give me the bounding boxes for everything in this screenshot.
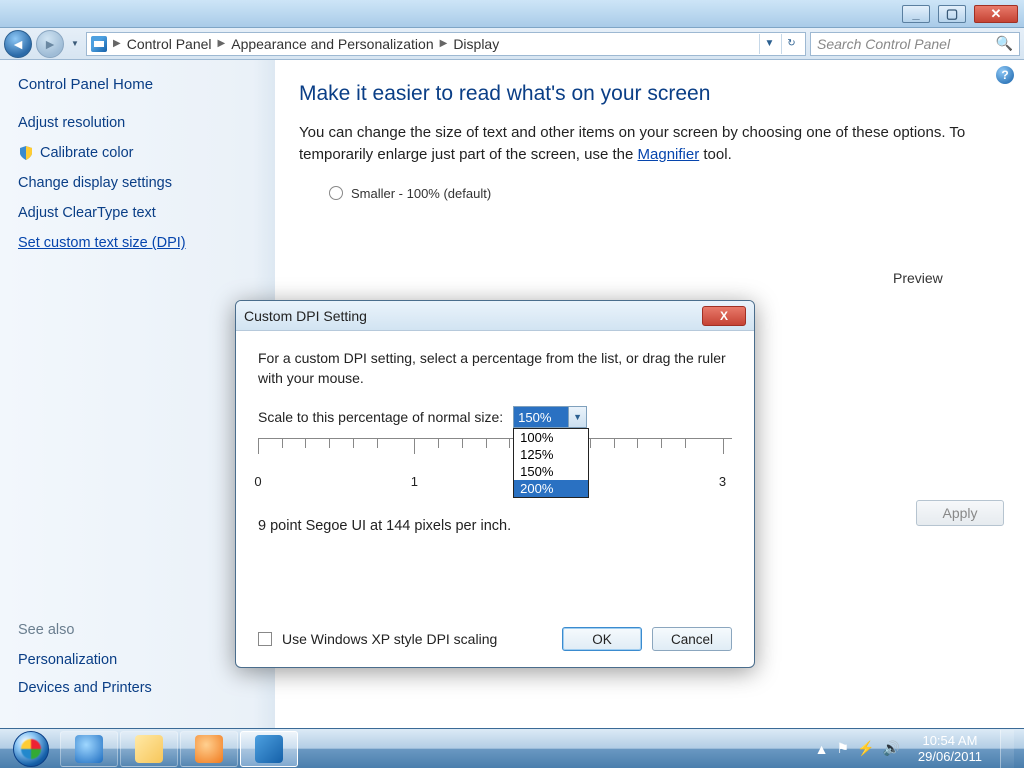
chevron-right-icon: ▶: [113, 38, 121, 49]
clock-date: 29/06/2011: [918, 749, 982, 765]
search-placeholder: Search Control Panel: [817, 36, 950, 52]
desc-text: You can change the size of text and othe…: [299, 124, 965, 163]
control-panel-home-link[interactable]: Control Panel Home: [18, 76, 257, 93]
close-button[interactable]: ✕: [974, 5, 1018, 23]
page-title: Make it easier to read what's on your sc…: [299, 82, 1002, 106]
arrow-right-icon: ►: [43, 36, 57, 52]
combobox-option-200[interactable]: 200%: [514, 480, 588, 497]
refresh-button[interactable]: ↻: [781, 34, 801, 54]
sidebar-calibrate-color[interactable]: Calibrate color: [18, 145, 257, 161]
taskbar-control-panel[interactable]: [240, 731, 298, 767]
breadcrumb-item[interactable]: Appearance and Personalization: [231, 36, 433, 52]
combobox-list: 100% 125% 150% 200%: [513, 428, 589, 498]
radio-label: Smaller - 100% (default): [351, 186, 491, 201]
window-titlebar: _ ▢ ✕: [0, 0, 1024, 28]
dpi-sample-text: 9 point Segoe UI at 144 pixels per inch.: [258, 518, 732, 534]
combobox-option-100[interactable]: 100%: [514, 429, 588, 446]
taskbar-ie[interactable]: [60, 731, 118, 767]
combobox-dropdown-button[interactable]: ▼: [568, 407, 586, 427]
tray-action-center-icon[interactable]: ⚑: [836, 740, 849, 757]
preview-label: Preview: [893, 270, 943, 286]
sidebar-adjust-cleartype[interactable]: Adjust ClearType text: [18, 205, 257, 221]
address-dropdown[interactable]: ▼: [759, 34, 779, 54]
ie-icon: [75, 735, 103, 763]
dialog-titlebar[interactable]: Custom DPI Setting X: [236, 301, 754, 331]
nav-history-dropdown[interactable]: ▼: [68, 33, 82, 55]
cancel-button[interactable]: Cancel: [652, 627, 732, 651]
dialog-instruction: For a custom DPI setting, select a perce…: [258, 349, 732, 388]
navigation-bar: ◄ ► ▼ ▶ Control Panel ▶ Appearance and P…: [0, 28, 1024, 60]
taskbar-explorer[interactable]: [120, 731, 178, 767]
tray-show-hidden-icon[interactable]: ▲: [815, 741, 829, 757]
taskbar-clock[interactable]: 10:54 AM 29/06/2011: [910, 733, 990, 764]
scale-label: Scale to this percentage of normal size:: [258, 409, 503, 425]
shield-icon: [18, 145, 34, 161]
xp-dpi-label: Use Windows XP style DPI scaling: [282, 631, 497, 647]
dialog-close-button[interactable]: X: [702, 306, 746, 326]
arrow-left-icon: ◄: [11, 36, 25, 52]
media-player-icon: [195, 735, 223, 763]
radio-icon: [329, 186, 343, 200]
dialog-title: Custom DPI Setting: [244, 308, 367, 324]
sidebar: Control Panel Home Adjust resolution Cal…: [0, 60, 275, 728]
display-settings-icon: [255, 735, 283, 763]
magnifier-link[interactable]: Magnifier: [638, 146, 700, 163]
apply-button[interactable]: Apply: [916, 500, 1004, 526]
windows-orb-icon: [13, 731, 49, 767]
taskbar-media-player[interactable]: [180, 731, 238, 767]
sidebar-item-label: Calibrate color: [40, 145, 134, 161]
folder-icon: [135, 735, 163, 763]
combobox-option-150[interactable]: 150%: [514, 463, 588, 480]
search-input[interactable]: Search Control Panel 🔍: [810, 32, 1020, 56]
close-icon: ✕: [991, 6, 1002, 22]
start-button[interactable]: [4, 730, 58, 768]
help-icon[interactable]: ?: [996, 66, 1014, 84]
address-bar[interactable]: ▶ Control Panel ▶ Appearance and Persona…: [86, 32, 806, 56]
scale-percentage-combobox[interactable]: 150% ▼ 100% 125% 150% 200%: [513, 406, 587, 428]
sidebar-set-custom-dpi[interactable]: Set custom text size (DPI): [18, 235, 257, 251]
search-icon: 🔍: [996, 35, 1013, 52]
ruler-label-1: 1: [411, 474, 418, 489]
dpi-ruler[interactable]: 0 1 3: [258, 438, 732, 494]
seealso-devices-printers[interactable]: Devices and Printers: [18, 680, 152, 696]
seealso-personalization[interactable]: Personalization: [18, 652, 152, 668]
xp-dpi-checkbox[interactable]: [258, 632, 272, 646]
combobox-option-125[interactable]: 125%: [514, 446, 588, 463]
forward-button[interactable]: ►: [36, 30, 64, 58]
back-button[interactable]: ◄: [4, 30, 32, 58]
close-icon: X: [720, 309, 728, 323]
tray-power-icon[interactable]: ⚡: [857, 740, 874, 757]
maximize-icon: ▢: [946, 6, 958, 22]
tray-volume-icon[interactable]: 🔊: [882, 740, 899, 757]
clock-time: 10:54 AM: [918, 733, 982, 749]
ok-button[interactable]: OK: [562, 627, 642, 651]
ruler-label-3: 3: [719, 474, 726, 489]
combobox-value: 150%: [514, 407, 568, 427]
taskbar: ▲ ⚑ ⚡ 🔊 10:54 AM 29/06/2011: [0, 728, 1024, 768]
chevron-right-icon: ▶: [440, 38, 448, 49]
sidebar-change-display-settings[interactable]: Change display settings: [18, 175, 257, 191]
maximize-button[interactable]: ▢: [938, 5, 966, 23]
breadcrumb-item[interactable]: Display: [453, 36, 499, 52]
sidebar-adjust-resolution[interactable]: Adjust resolution: [18, 115, 257, 131]
radio-smaller-100[interactable]: Smaller - 100% (default): [329, 186, 1002, 201]
system-tray: ▲ ⚑ ⚡ 🔊 10:54 AM 29/06/2011: [815, 730, 1020, 768]
ruler-label-0: 0: [254, 474, 261, 489]
minimize-button[interactable]: _: [902, 5, 930, 23]
page-description: You can change the size of text and othe…: [299, 122, 1002, 166]
chevron-right-icon: ▶: [218, 38, 226, 49]
minimize-icon: _: [912, 6, 919, 21]
see-also-heading: See also: [18, 622, 152, 638]
show-desktop-button[interactable]: [1000, 730, 1014, 768]
breadcrumb-item[interactable]: Control Panel: [127, 36, 212, 52]
custom-dpi-dialog: Custom DPI Setting X For a custom DPI se…: [235, 300, 755, 668]
display-icon: [91, 36, 107, 52]
desc-text: tool.: [699, 146, 732, 163]
